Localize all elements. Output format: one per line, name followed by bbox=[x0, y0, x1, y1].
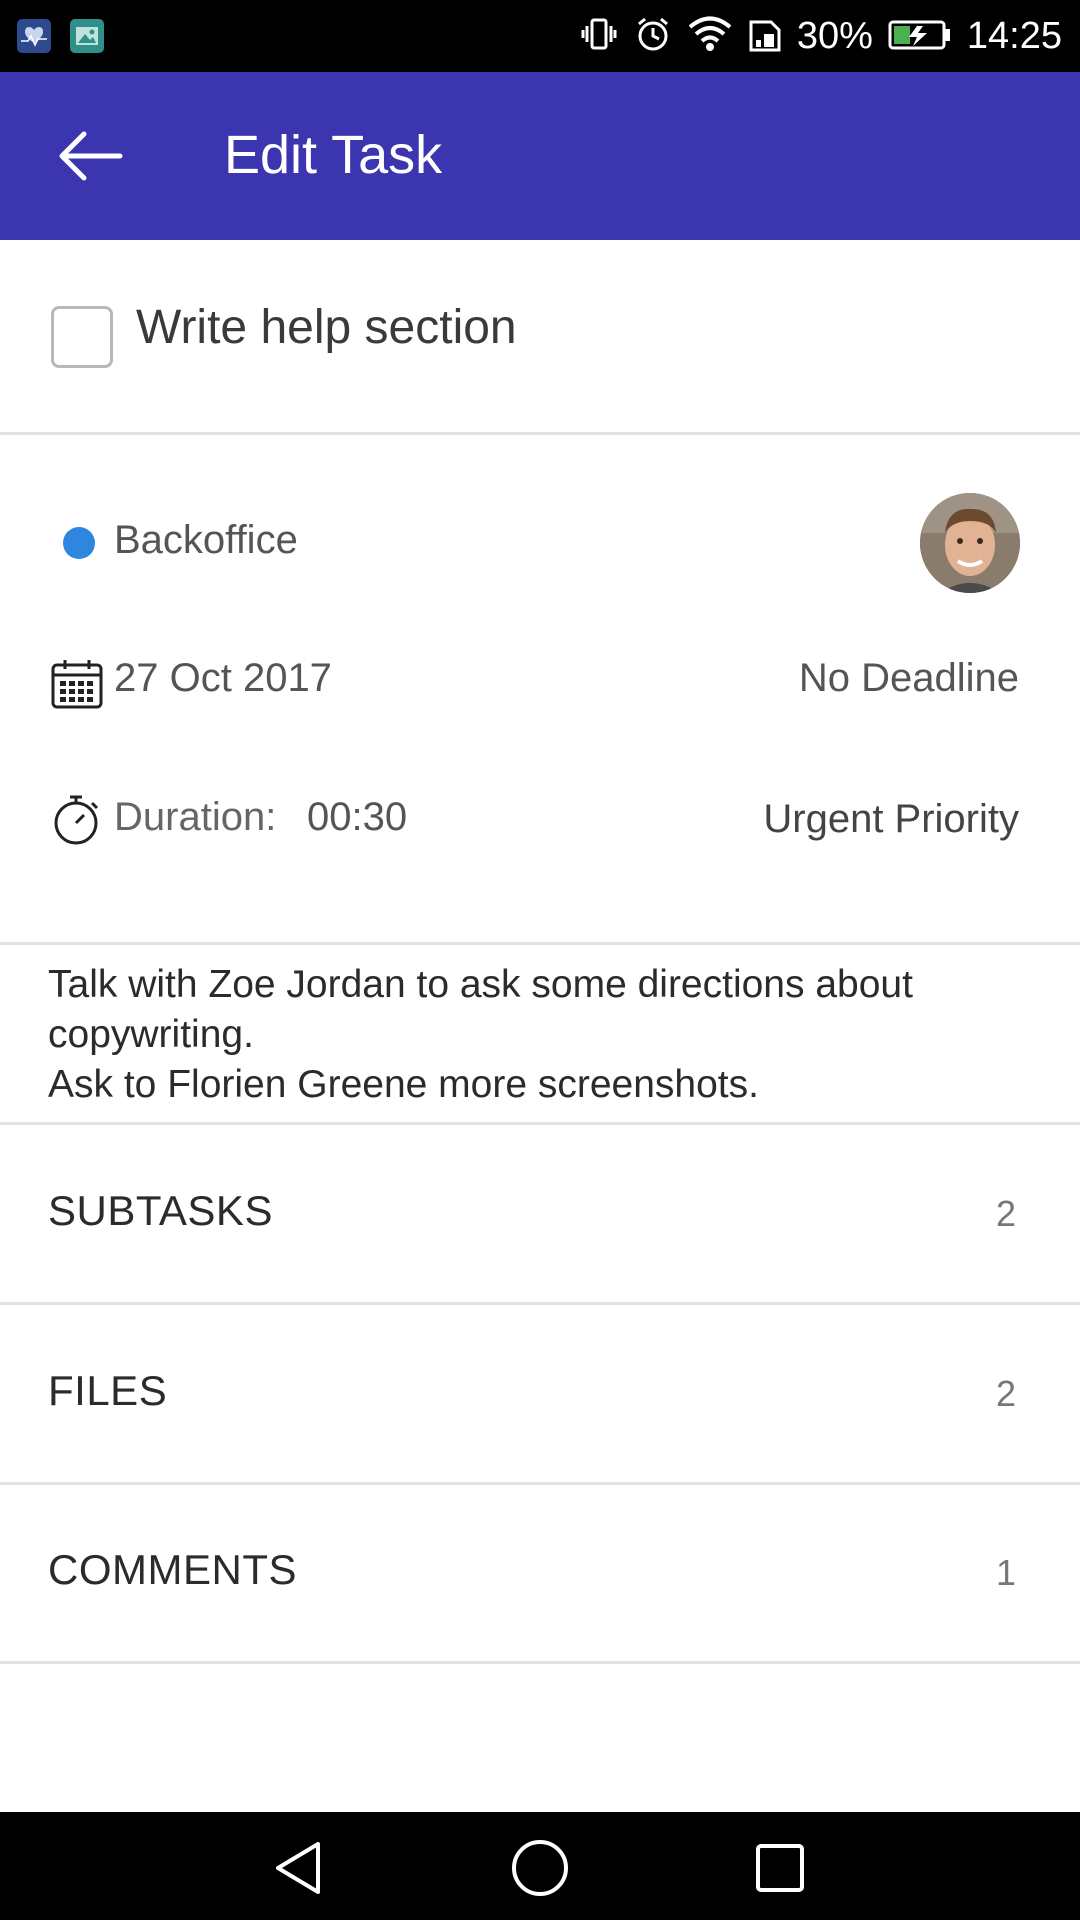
section-count: 2 bbox=[995, 1373, 1016, 1414]
section-label: FILES bbox=[48, 1367, 168, 1414]
duration-label: Duration: bbox=[114, 795, 277, 839]
vibrate-icon bbox=[579, 14, 619, 59]
description-line: copywriting. bbox=[48, 1013, 254, 1056]
page-title: Edit Task bbox=[224, 125, 443, 185]
nav-back-button[interactable] bbox=[270, 1838, 330, 1898]
battery-percent: 30% bbox=[796, 14, 873, 57]
duration-value[interactable]: 00:30 bbox=[307, 795, 407, 840]
description-line: Talk with Zoe Jordan to ask some directi… bbox=[48, 963, 913, 1006]
section-label: COMMENTS bbox=[48, 1546, 297, 1593]
health-app-icon bbox=[17, 19, 51, 53]
project-color-dot bbox=[63, 527, 95, 559]
back-button[interactable] bbox=[50, 116, 130, 196]
app-bar: Edit Task bbox=[0, 72, 1080, 240]
task-deadline[interactable]: No Deadline bbox=[799, 656, 1019, 701]
battery-charging-icon bbox=[887, 14, 953, 59]
task-title[interactable]: Write help section bbox=[136, 300, 517, 355]
stopwatch-icon bbox=[50, 793, 104, 852]
nav-recents-button[interactable] bbox=[750, 1838, 810, 1898]
project-name[interactable]: Backoffice bbox=[114, 518, 298, 563]
system-navigation-bar bbox=[0, 1812, 1080, 1920]
files-section[interactable]: FILES 2 bbox=[0, 1305, 1080, 1485]
description-line: Ask to Florien Greene more screenshots. bbox=[48, 1063, 759, 1106]
comments-section[interactable]: COMMENTS 1 bbox=[0, 1484, 1080, 1664]
triangle-back-icon bbox=[270, 1842, 330, 1902]
circle-home-icon bbox=[510, 1840, 570, 1902]
task-header: Write help section bbox=[0, 240, 1080, 435]
task-description[interactable]: Talk with Zoe Jordan to ask some directi… bbox=[0, 945, 1080, 1125]
task-complete-checkbox[interactable] bbox=[51, 306, 113, 368]
gallery-app-icon bbox=[70, 19, 104, 53]
calendar-icon bbox=[50, 657, 104, 716]
status-bar: 30% 14:25 bbox=[0, 0, 1080, 72]
assignee-avatar[interactable] bbox=[920, 493, 1020, 593]
sim-signal-icon bbox=[747, 14, 783, 59]
task-details: Backoffice 27 Oct 2017 No Deadline Durat… bbox=[0, 435, 1080, 945]
section-count: 2 bbox=[995, 1193, 1016, 1234]
square-recents-icon bbox=[750, 1844, 810, 1902]
section-label: SUBTASKS bbox=[48, 1187, 273, 1234]
nav-home-button[interactable] bbox=[510, 1838, 570, 1898]
section-count: 1 bbox=[995, 1552, 1016, 1593]
wifi-icon bbox=[687, 14, 733, 59]
task-date[interactable]: 27 Oct 2017 bbox=[114, 656, 332, 701]
clock-time: 14:25 bbox=[966, 14, 1062, 57]
subtasks-section[interactable]: SUBTASKS 2 bbox=[0, 1125, 1080, 1305]
priority-selector[interactable]: Urgent Priority bbox=[763, 797, 1019, 842]
alarm-icon bbox=[633, 14, 673, 59]
arrow-left-icon bbox=[50, 131, 130, 200]
